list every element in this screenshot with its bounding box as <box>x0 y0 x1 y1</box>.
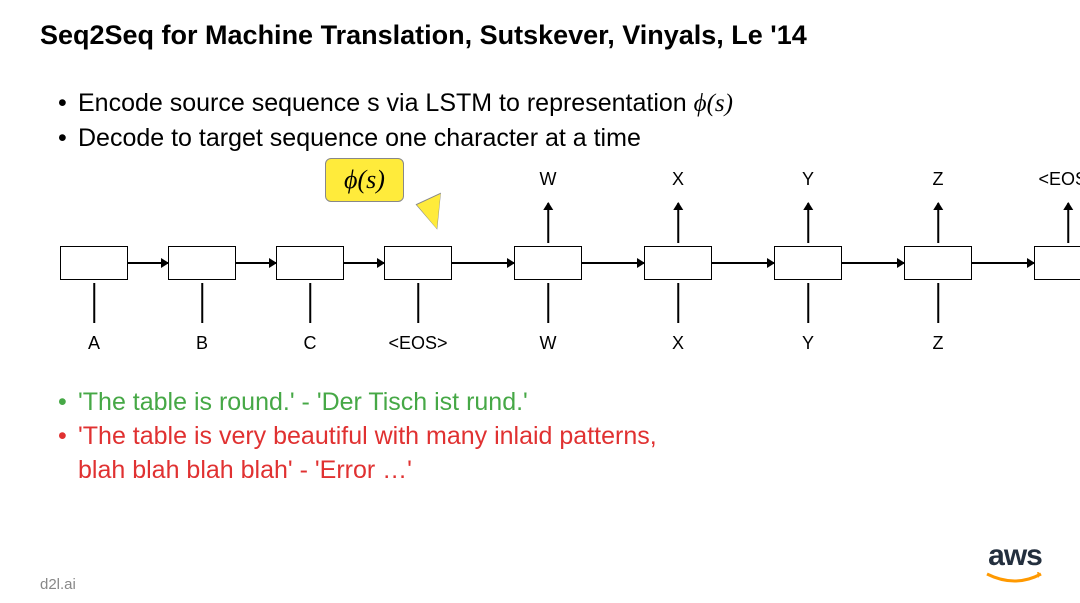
chain-arrow <box>582 262 644 264</box>
footer-credit: d2l.ai <box>40 576 76 593</box>
main-bullets: Encode source sequence s via LSTM to rep… <box>40 86 1040 156</box>
lstm-box-5 <box>514 246 582 280</box>
lstm-box-1 <box>60 246 128 280</box>
input-arrow <box>93 283 95 323</box>
in-label-6: Y <box>774 333 842 354</box>
phi-inline: ϕ(s) <box>694 90 733 117</box>
aws-logo-text: aws <box>985 539 1045 573</box>
bullet-encode: Encode source sequence s via LSTM to rep… <box>58 86 1040 121</box>
input-arrow <box>417 283 419 323</box>
lstm-box-9 <box>1034 246 1080 280</box>
aws-logo: aws <box>985 539 1045 591</box>
input-arrow <box>677 283 679 323</box>
in-label-4: W <box>514 333 582 354</box>
in-label-7: Z <box>904 333 972 354</box>
out-label-8: <EOS> <box>1034 169 1080 190</box>
in-label-0: A <box>60 333 128 354</box>
in-label-3: <EOS> <box>384 333 452 354</box>
lstm-box-8 <box>904 246 972 280</box>
example-bad-line2: blah blah blah blah' - 'Error …' <box>78 456 412 484</box>
output-arrow <box>807 203 809 243</box>
aws-smile-icon <box>985 572 1045 586</box>
input-arrow <box>201 283 203 323</box>
input-arrow <box>309 283 311 323</box>
output-labels: W X Y Z <EOS> <box>60 169 1080 190</box>
example-bullets: 'The table is round.' - 'Der Tisch ist r… <box>40 386 1040 487</box>
phi-callout: ϕ(s) <box>325 158 404 202</box>
chain-arrow <box>842 262 904 264</box>
output-arrow <box>937 203 939 243</box>
lstm-box-6 <box>644 246 712 280</box>
chain-arrow <box>972 262 1034 264</box>
lstm-box-7 <box>774 246 842 280</box>
out-label-5: X <box>644 169 712 190</box>
chain-arrow <box>236 262 276 264</box>
lstm-box-4 <box>384 246 452 280</box>
out-label-0 <box>60 169 128 190</box>
slide-title: Seq2Seq for Machine Translation, Sutskev… <box>40 20 1040 51</box>
chain-arrow <box>452 262 514 264</box>
input-arrow <box>937 283 939 323</box>
lstm-box-3 <box>276 246 344 280</box>
out-label-4: W <box>514 169 582 190</box>
output-arrow <box>1067 203 1069 243</box>
bullet-decode: Decode to target sequence one character … <box>58 121 1040 156</box>
chain-arrow <box>128 262 168 264</box>
seq2seq-diagram: W X Y Z <EOS> A B C <EOS> W X Y Z <box>40 161 1040 371</box>
example-bad: 'The table is very beautiful with many i… <box>58 420 1040 488</box>
input-labels: A B C <EOS> W X Y Z <box>60 333 972 354</box>
bullet-encode-text: Encode source sequence s via LSTM to rep… <box>78 89 694 117</box>
out-label-7: Z <box>904 169 972 190</box>
chain-arrow <box>344 262 384 264</box>
in-label-2: C <box>276 333 344 354</box>
lstm-chain <box>60 246 1080 280</box>
in-label-1: B <box>168 333 236 354</box>
out-label-6: Y <box>774 169 842 190</box>
phi-callout-tail <box>417 194 453 232</box>
input-arrow <box>807 283 809 323</box>
example-good: 'The table is round.' - 'Der Tisch ist r… <box>58 386 1040 420</box>
example-bad-line1: 'The table is very beautiful with many i… <box>78 422 657 450</box>
out-label-1 <box>168 169 236 190</box>
in-label-5: X <box>644 333 712 354</box>
output-arrow <box>547 203 549 243</box>
lstm-box-2 <box>168 246 236 280</box>
input-arrow <box>547 283 549 323</box>
output-arrow <box>677 203 679 243</box>
chain-arrow <box>712 262 774 264</box>
